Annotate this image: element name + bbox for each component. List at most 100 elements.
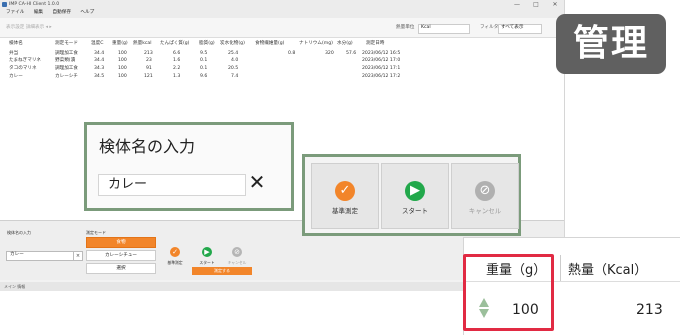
- sample-name-input[interactable]: カレー: [6, 251, 77, 261]
- cell: 9.5: [200, 51, 208, 56]
- menu-autosave[interactable]: 自動保存: [53, 10, 71, 15]
- mode-curry-stew-button[interactable]: カレーシチュー: [86, 250, 156, 261]
- cancel-label: キャンセル: [227, 260, 247, 265]
- cell: 2.2: [173, 66, 181, 71]
- kanri-badge: 管理: [556, 14, 666, 74]
- cell: 1.6: [173, 58, 181, 63]
- title-bar: IMP CA-HI Client 1.0.0 — □ ✕: [0, 0, 564, 10]
- callout-clear-icon[interactable]: ✕: [247, 170, 267, 194]
- close-icon[interactable]: ✕: [546, 1, 564, 9]
- window-title: IMP CA-HI Client 1.0.0: [9, 2, 60, 7]
- filter-select[interactable]: すべて表示: [498, 24, 542, 34]
- col-header[interactable]: 重量(g): [112, 41, 128, 47]
- toolbar-view-options[interactable]: 表示設定 詳細表示 ◂ ▸: [6, 25, 52, 31]
- cell: 100: [118, 58, 127, 63]
- col-header[interactable]: 検体名: [9, 41, 23, 47]
- menu-edit[interactable]: 編集: [34, 10, 43, 15]
- callout-name-title: 検体名の入力: [99, 137, 196, 156]
- cell: 2023/06/12 17:2: [362, 74, 401, 79]
- cell: 23: [146, 58, 152, 63]
- table-header: 検体名 測定モード 温度C 重量(g) 熱量kcal たんぱく質(g) 脂質(g…: [0, 41, 564, 48]
- cell: 34.4: [94, 51, 105, 56]
- cell: 57.6: [346, 51, 357, 56]
- cell: カレーシチ: [55, 74, 78, 79]
- cancel-icon: ⊘: [475, 181, 495, 201]
- col-header[interactable]: たんぱく質(g): [160, 41, 189, 47]
- cell: カレー: [9, 74, 23, 79]
- standard-measure-button[interactable]: ✓ 基準測定: [160, 241, 190, 275]
- header-divider: [560, 255, 561, 281]
- cell: 調理加工食: [55, 51, 78, 56]
- sample-name-callout: 検体名の入力 カレー ✕: [84, 122, 294, 211]
- cell: 34.3: [94, 66, 105, 71]
- cell: 2023/06/12 17:1: [362, 66, 401, 71]
- col-header[interactable]: 食物繊維量(g): [255, 41, 284, 47]
- cell: 100: [118, 66, 127, 71]
- minimize-icon[interactable]: —: [508, 1, 526, 9]
- weight-highlight-frame: [463, 254, 554, 331]
- cell: 34.4: [94, 58, 105, 63]
- status-tabs[interactable]: メイン 情報: [4, 284, 25, 290]
- col-header[interactable]: 炭水化物(g): [220, 41, 245, 47]
- cell: 4.0: [231, 58, 239, 63]
- col-header[interactable]: 測定日時: [366, 41, 384, 47]
- play-icon: ▶: [202, 247, 212, 257]
- measure-status-button[interactable]: 測定する: [192, 267, 252, 275]
- cell: タコのマリネ: [9, 66, 37, 71]
- cell: 弁当: [9, 51, 19, 56]
- col-header[interactable]: 脂質(g): [199, 41, 215, 47]
- col-header[interactable]: 熱量kcal: [133, 41, 151, 47]
- col-header[interactable]: 水分(g): [337, 41, 353, 47]
- cell: 320: [325, 51, 334, 56]
- cell: 100: [118, 74, 127, 79]
- menu-file[interactable]: ファイル: [6, 10, 24, 15]
- cell: 9.6: [200, 74, 208, 79]
- callout-start-button[interactable]: ▶ スタート: [381, 163, 449, 229]
- check-icon: ✓: [335, 181, 355, 201]
- cell: たまねぎマリネ: [9, 58, 42, 63]
- standard-measure-label: 基準測定: [167, 260, 183, 265]
- cell: 野菜類(漬: [55, 58, 76, 63]
- col-header[interactable]: 測定モード: [55, 41, 78, 47]
- mode-label: 測定モード: [86, 230, 106, 235]
- callout-name-input[interactable]: カレー: [98, 174, 246, 196]
- table-row[interactable]: タコのマリネ 調理加工食 34.3 100 91 2.2 0.1 20.5 20…: [0, 66, 564, 73]
- toolbar: 表示設定 詳細表示 ◂ ▸ 熱量単位 Kcal フィルタ すべて表示: [0, 18, 564, 38]
- unit-label: 熱量単位: [396, 25, 415, 30]
- callout-standard-label: 基準測定: [332, 207, 358, 215]
- filter-label: フィルタ: [480, 25, 499, 30]
- unit-select[interactable]: Kcal: [418, 24, 470, 34]
- cell: 1.3: [173, 74, 181, 79]
- col-header[interactable]: 温度C: [91, 41, 103, 47]
- cell: 34.5: [94, 74, 105, 79]
- mode-food-button[interactable]: 食物: [86, 237, 156, 248]
- cell: 91: [146, 66, 152, 71]
- cell: 7.4: [231, 74, 239, 79]
- cell: 2023/06/12 16:5: [362, 51, 401, 56]
- callout-cancel-label: キャンセル: [468, 207, 502, 215]
- col-header[interactable]: ナトリウム(mg): [299, 41, 333, 47]
- callout-standard-button[interactable]: ✓ 基準測定: [311, 163, 379, 229]
- kcal-value: 213: [636, 302, 663, 318]
- measure-buttons-callout: ✓ 基準測定 ▶ スタート ⊘ キャンセル: [302, 154, 521, 236]
- clear-name-icon[interactable]: ×: [73, 251, 83, 261]
- callout-cancel-button[interactable]: ⊘ キャンセル: [451, 163, 519, 229]
- kcal-header: 熱量（Kcal）: [568, 263, 648, 278]
- cell: 20.5: [228, 66, 239, 71]
- cell: 0.1: [200, 58, 208, 63]
- table-row[interactable]: カレー カレーシチ 34.5 100 121 1.3 9.6 7.4 2023/…: [0, 74, 564, 81]
- cell: 調理加工食: [55, 66, 78, 71]
- table-row[interactable]: 弁当 調理加工食 34.4 100 213 6.6 9.5 25.4 0.8 3…: [0, 51, 564, 58]
- mode-select-button[interactable]: 選択: [86, 263, 156, 274]
- cell: 121: [144, 74, 153, 79]
- menu-help[interactable]: ヘルプ: [80, 10, 94, 15]
- menu-bar: ファイル 編集 自動保存 ヘルプ: [0, 10, 564, 18]
- cell: 213: [144, 51, 153, 56]
- table-row[interactable]: たまねぎマリネ 野菜類(漬 34.4 100 23 1.6 0.1 4.0 20…: [0, 58, 564, 65]
- app-icon: [2, 2, 7, 7]
- name-input-label: 検体名の入力: [7, 230, 31, 235]
- check-icon: ✓: [170, 247, 180, 257]
- cell: 25.4: [228, 51, 239, 56]
- maximize-icon[interactable]: □: [527, 1, 545, 9]
- cell: 0.8: [288, 51, 296, 56]
